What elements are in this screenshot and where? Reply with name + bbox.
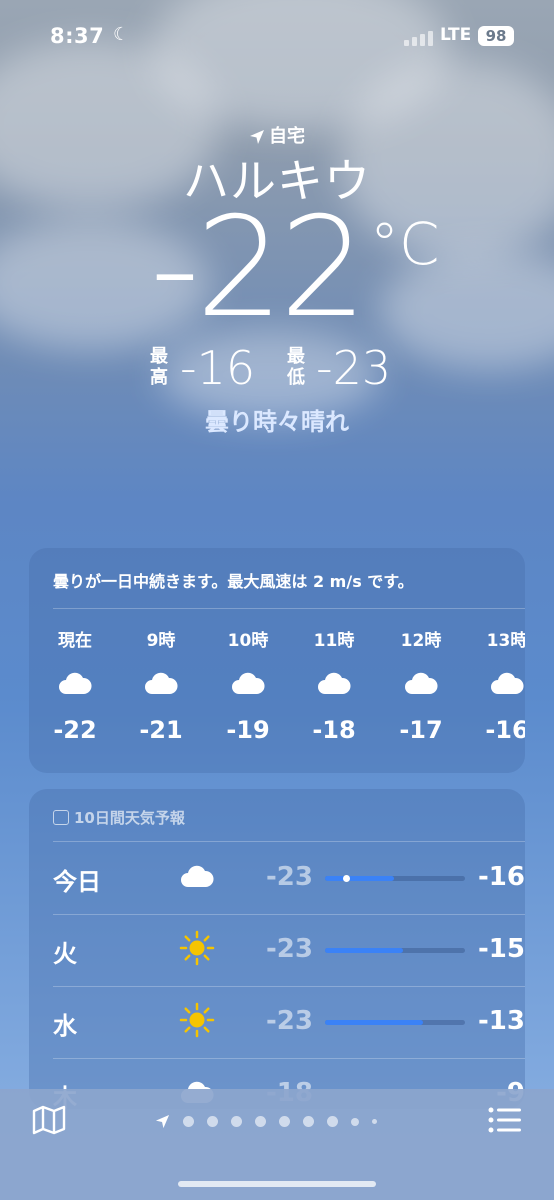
hour-label: 9時	[146, 631, 176, 651]
page-dot	[231, 1116, 242, 1127]
page-dot	[255, 1116, 266, 1127]
page-dot	[372, 1119, 377, 1124]
daily-row[interactable]: 今日 -23 -16	[53, 842, 525, 914]
day-label: 水	[53, 1012, 77, 1040]
hour-temp: -17	[399, 716, 443, 744]
page-dot	[303, 1116, 314, 1127]
hour-item: 13時 -16	[477, 626, 525, 744]
hour-temp: -19	[226, 716, 270, 744]
hour-temp: -22	[53, 716, 97, 744]
hour-temp: -16	[485, 716, 525, 744]
range-fill	[325, 876, 394, 881]
page-indicator[interactable]	[155, 1114, 377, 1129]
high-temp: -16	[180, 341, 256, 395]
daily-row[interactable]: 水 -23 -13	[53, 986, 525, 1058]
day-label: 今日	[53, 868, 101, 896]
sun-icon	[179, 1002, 215, 1038]
hour-temp: -18	[312, 716, 356, 744]
cloud-icon	[477, 658, 525, 708]
day-low: -23	[266, 1006, 313, 1036]
hour-label: 現在	[58, 631, 92, 651]
map-icon[interactable]	[32, 1105, 66, 1139]
cloud-icon	[218, 658, 278, 708]
location-arrow-icon	[250, 130, 264, 144]
location-arrow-icon	[155, 1114, 170, 1129]
hour-temp: -21	[139, 716, 183, 744]
cloud-icon	[304, 658, 364, 708]
temp-range-bar	[325, 1020, 465, 1025]
day-low: -23	[266, 862, 313, 892]
cloud-icon	[391, 658, 451, 708]
day-high: -16	[478, 862, 525, 892]
condition-text: 曇り時々晴れ	[205, 408, 349, 436]
battery-icon: 98	[478, 26, 514, 46]
hour-label: 11時	[313, 631, 355, 651]
hour-label: 10時	[227, 631, 269, 651]
signal-icon	[404, 31, 433, 46]
temperature-unit: °C	[370, 210, 440, 278]
hourly-scroll[interactable]: 現在 -22 9時 -21 10時 -19 11時 -18 12時 -17 13…	[29, 626, 525, 756]
page-dot	[279, 1116, 290, 1127]
daily-header: 10日間天気予報	[53, 807, 185, 828]
hour-label: 13時	[486, 631, 525, 651]
current-temperature: -22	[150, 187, 367, 348]
hour-item: 11時 -18	[304, 626, 364, 744]
status-time: 8:37	[50, 24, 105, 48]
page-dot	[183, 1116, 194, 1127]
cloud-icon	[45, 658, 105, 708]
status-bar: 8:37 ☾ LTE 98	[0, 0, 554, 70]
low-label: 最低	[287, 346, 305, 388]
divider	[53, 608, 525, 609]
calendar-icon	[53, 810, 69, 825]
hour-item: 12時 -17	[391, 626, 451, 744]
temp-range-bar	[325, 948, 465, 953]
current-temp-dot	[342, 875, 350, 882]
day-high: -13	[478, 1006, 525, 1036]
low-temp: -23	[316, 341, 392, 395]
network-label: LTE	[440, 25, 472, 45]
daily-title: 10日間天気予報	[74, 809, 185, 827]
moon-icon: ☾	[113, 24, 130, 45]
hourly-summary: 曇りが一日中続きます。最大風速は 2 m/s です。	[53, 572, 414, 591]
hour-item: 10時 -19	[218, 626, 278, 744]
page-dot	[207, 1116, 218, 1127]
cloud-icon	[179, 858, 215, 894]
daily-forecast-card[interactable]: 10日間天気予報 今日 -23 -16 火 -23 -15 水 -23 -13 …	[29, 789, 525, 1109]
day-high: -15	[478, 934, 525, 964]
sun-icon	[179, 930, 215, 966]
hour-label: 12時	[400, 631, 442, 651]
range-fill	[325, 1020, 423, 1025]
hour-item: 9時 -21	[131, 626, 191, 744]
page-dot	[351, 1117, 359, 1126]
day-label: 火	[53, 940, 77, 968]
cloud-icon	[131, 658, 191, 708]
day-low: -23	[266, 934, 313, 964]
temp-range-bar	[325, 875, 465, 882]
high-label: 最高	[150, 346, 168, 388]
hourly-forecast-card[interactable]: 曇りが一日中続きます。最大風速は 2 m/s です。 現在 -22 9時 -21…	[29, 548, 525, 773]
high-low: 最高 -16 最低 -23	[150, 338, 420, 398]
range-fill	[325, 948, 404, 953]
list-icon[interactable]	[488, 1107, 522, 1137]
page-dot	[327, 1116, 338, 1127]
home-indicator	[178, 1181, 376, 1187]
location-text: 自宅	[269, 126, 305, 147]
hour-item: 現在 -22	[45, 626, 105, 744]
daily-row[interactable]: 火 -23 -15	[53, 914, 525, 986]
